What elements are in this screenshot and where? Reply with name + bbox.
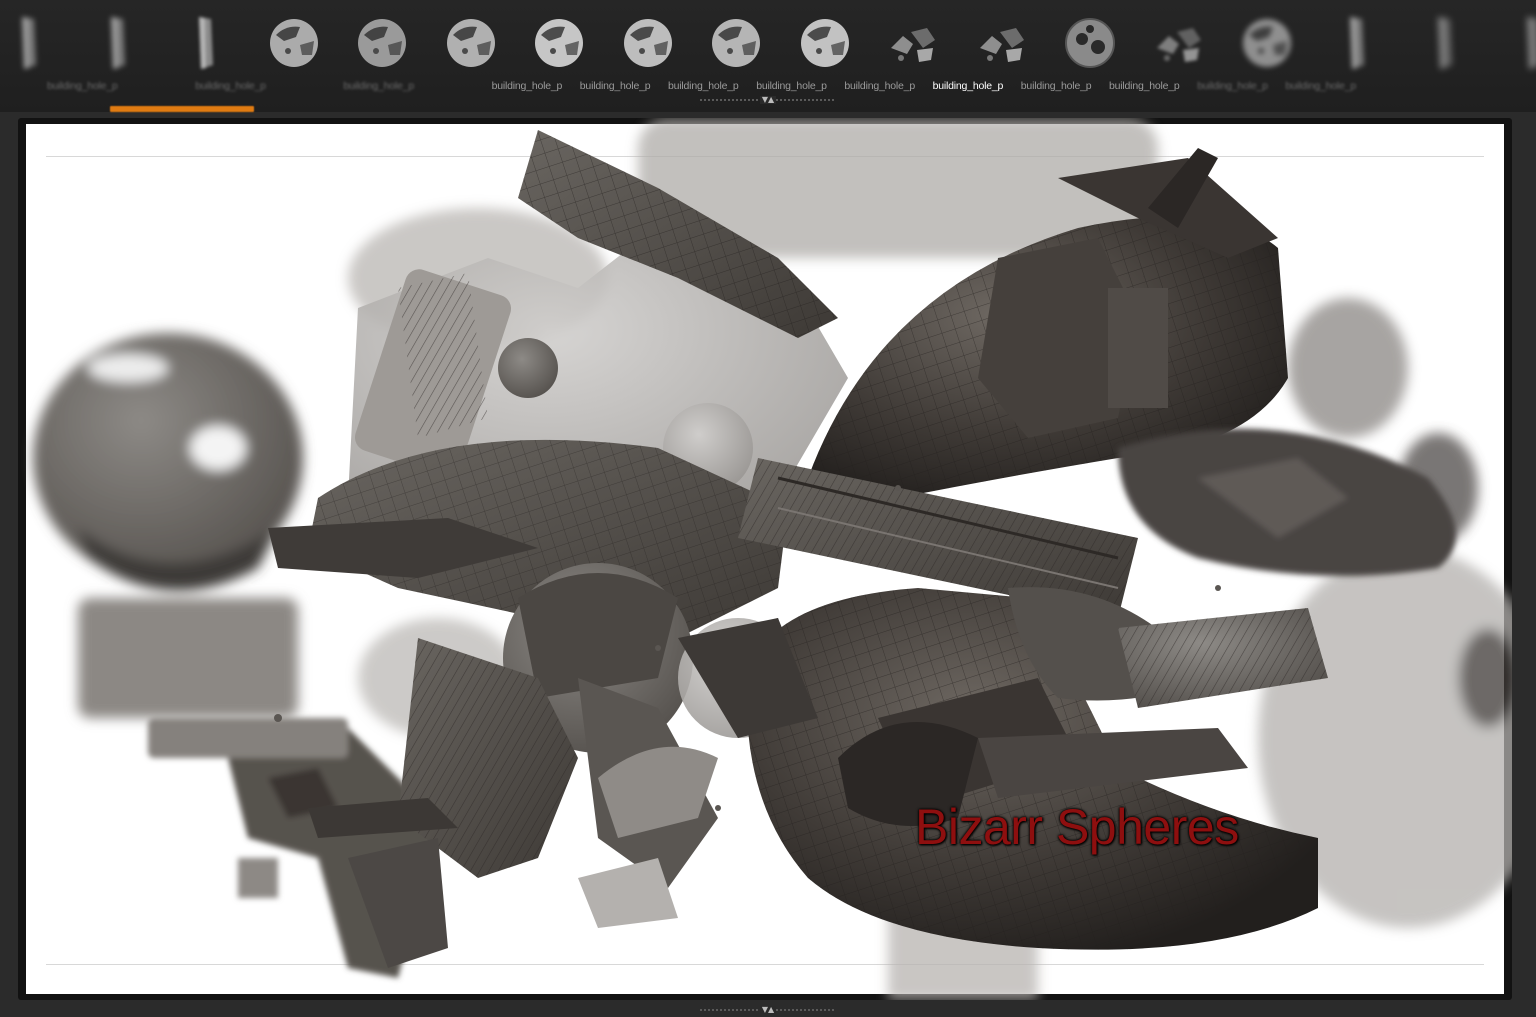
pillar-thumbnail-icon[interactable] <box>1404 6 1484 80</box>
thumbnail-label[interactable]: building_hole_p <box>1021 80 1092 92</box>
resize-arrows-icon: ▼▲ <box>759 95 777 104</box>
render-scene <box>33 118 1512 1000</box>
fragments-thumbnail-icon[interactable] <box>962 6 1042 80</box>
fragments-thumbnail-icon[interactable] <box>873 6 953 80</box>
pillar-thumbnail-icon[interactable] <box>0 6 68 80</box>
thumbnail-label[interactable]: building_hole_p <box>195 80 266 92</box>
sphere-thumbnail-icon[interactable] <box>342 6 422 80</box>
thumbnail-label[interactable]: building_hole_p <box>343 80 414 92</box>
thumbnail-label-row: building_hole_p building_hole_p building_h… <box>0 80 1536 94</box>
pillar-thumbnail-icon[interactable] <box>77 6 157 80</box>
thumbnail-label[interactable]: building_hole_p <box>580 80 651 92</box>
resize-arrows-icon: ▼▲ <box>759 1005 777 1014</box>
sphere-thumbnail-icon[interactable] <box>696 6 776 80</box>
fragments-thumbnail-icon[interactable] <box>1139 6 1219 80</box>
pillar-thumbnail-icon[interactable] <box>1316 6 1396 80</box>
pillar-thumbnail-icon[interactable] <box>165 6 245 80</box>
viewport-splitter-handle[interactable]: ▼▲ <box>700 1006 836 1014</box>
thumbnail-label[interactable]: building_hole_p <box>492 80 563 92</box>
shelf-scroll-thumb[interactable] <box>110 106 254 112</box>
sphere-thumbnail-icon[interactable] <box>608 6 688 80</box>
sphere-thumbnail-icon[interactable] <box>254 6 334 80</box>
thumbnail-label[interactable]: building_hole_p <box>1285 80 1356 92</box>
thumbnail-label[interactable]: building_hole_p <box>1197 80 1268 92</box>
pillar-thumbnail-icon[interactable] <box>1493 6 1536 80</box>
sphere-thumbnail-icon[interactable] <box>431 6 511 80</box>
render-viewport[interactable]: Bizarr Spheres <box>18 118 1512 1000</box>
sphere-thumbnail-icon[interactable] <box>1227 6 1307 80</box>
thumbnail-label-selected[interactable]: building_hole_p <box>933 80 1004 92</box>
sphere-thumbnail-icon[interactable] <box>519 6 599 80</box>
thumbnail-label[interactable]: building_hole_p <box>47 80 118 92</box>
sphere-thumbnail-icon[interactable] <box>785 6 865 80</box>
hollow-sphere-thumbnail-icon[interactable] <box>1050 6 1130 80</box>
shelf-splitter-handle[interactable]: ▼▲ <box>700 96 836 104</box>
thumbnail-label[interactable]: building_hole_p <box>1109 80 1180 92</box>
thumbnail-label[interactable]: building_hole_p <box>756 80 827 92</box>
thumbnail-label[interactable]: building_hole_p <box>844 80 915 92</box>
thumbnail-shelf: building_hole_p building_hole_p building_h… <box>0 0 1536 112</box>
thumbnail-label[interactable]: building_hole_p <box>668 80 739 92</box>
scene-caption: Bizarr Spheres <box>915 799 1239 855</box>
app-window: building_hole_p building_hole_p building_h… <box>0 0 1536 1017</box>
